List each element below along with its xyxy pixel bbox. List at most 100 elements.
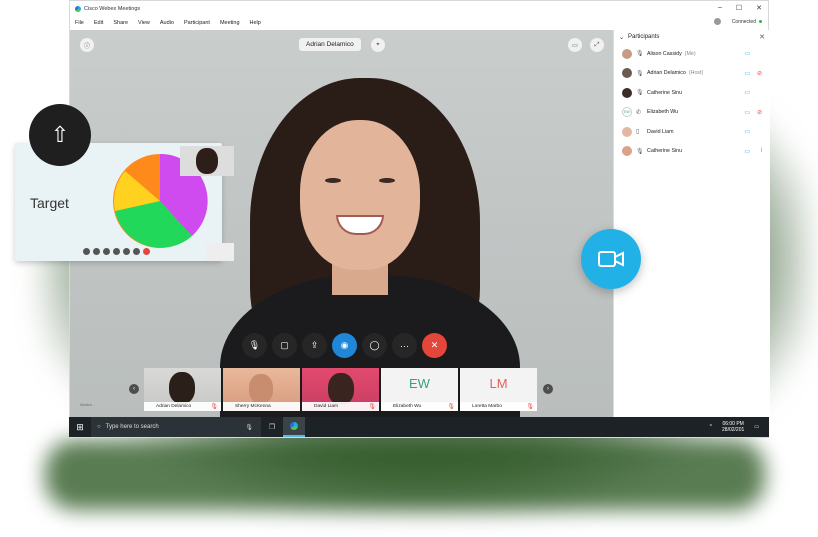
participant-role: (Host) bbox=[688, 70, 704, 77]
windows-start-icon[interactable]: ⊞ bbox=[69, 422, 91, 433]
mini-controls bbox=[83, 248, 150, 255]
avatar bbox=[622, 68, 632, 79]
avatar bbox=[622, 146, 632, 157]
maximize-button[interactable]: ☐ bbox=[736, 4, 742, 12]
participant-row[interactable]: 🎙 Alison Cassidy (Me) ▭ bbox=[614, 44, 770, 64]
camera-icon: ▭ bbox=[744, 51, 750, 58]
camera-icon: ▭ bbox=[744, 70, 750, 77]
mini-control-dot bbox=[133, 248, 140, 255]
avatar bbox=[622, 126, 632, 137]
mini-control-dot bbox=[113, 248, 120, 255]
globe-icon[interactable] bbox=[713, 18, 721, 25]
upload-button[interactable]: ⇧ bbox=[29, 104, 91, 166]
clock-date: 28/02/201 bbox=[722, 427, 745, 433]
thumbnail-tile[interactable]: LM Loretta Marbo 🎙 bbox=[460, 368, 537, 411]
menu-audio[interactable]: Audio bbox=[160, 20, 174, 26]
menu-meeting[interactable]: Meeting bbox=[220, 20, 240, 26]
camera-off-icon: ▢ bbox=[280, 340, 289, 350]
participant-row[interactable]: EW ✆ Elizabeth Wu ▭ ⊘ bbox=[614, 103, 770, 123]
participant-row[interactable]: ▯ David Liam ▭ bbox=[614, 122, 770, 142]
participants-panel: ⌄ Participants ✕ 🎙 Alison Cassidy (Me) ▭… bbox=[613, 30, 770, 419]
video-button[interactable]: ▢ bbox=[272, 333, 297, 358]
menu-edit[interactable]: Edit bbox=[94, 20, 103, 26]
menu-participant[interactable]: Participant bbox=[184, 20, 210, 26]
participant-name: Elizabeth Wu bbox=[647, 109, 679, 116]
active-speaker-name: Adrian Delamico bbox=[299, 38, 361, 51]
taskbar-search[interactable]: ○ Type here to search 🎙 bbox=[91, 417, 261, 437]
connection-status: Connected bbox=[713, 18, 762, 25]
mic-icon: 🎙 bbox=[636, 148, 644, 155]
unpin-icon[interactable]: ⌖ bbox=[371, 38, 385, 52]
participants-button[interactable]: ◉ bbox=[332, 333, 357, 358]
webex-taskbar-icon[interactable] bbox=[283, 417, 305, 437]
thumbs-next-button[interactable]: › bbox=[543, 384, 553, 394]
share-button[interactable]: ⇪ bbox=[302, 333, 327, 358]
thumb-person bbox=[328, 373, 354, 405]
leave-button[interactable]: ✕ bbox=[422, 333, 447, 358]
info-icon[interactable]: ⓘ bbox=[80, 38, 94, 52]
connected-dot-icon bbox=[759, 20, 762, 23]
mini-self-view bbox=[206, 243, 234, 261]
thumb-person bbox=[169, 372, 195, 404]
camera-float-button[interactable] bbox=[581, 229, 641, 289]
close-panel-icon[interactable]: ✕ bbox=[759, 33, 765, 41]
phone-icon: ✆ bbox=[636, 109, 642, 116]
chevron-up-icon[interactable]: ^ bbox=[710, 424, 712, 430]
mute-button[interactable]: 🎙 bbox=[242, 333, 267, 358]
thumbnail-tile[interactable]: EW Elizabeth Wu 🎙 bbox=[381, 368, 458, 411]
fullscreen-icon[interactable]: ⤢ bbox=[590, 38, 604, 52]
mic-off-icon: ⊘ bbox=[756, 70, 762, 77]
thumbnail-tile[interactable]: Sherry McKenna bbox=[223, 368, 300, 411]
mic-off-icon: ⊘ bbox=[756, 109, 762, 116]
thumb-initials: LM bbox=[489, 376, 508, 391]
clock[interactable]: 06:00 PM 28/02/201 bbox=[722, 421, 744, 433]
camera-icon: ▭ bbox=[744, 109, 750, 116]
cisco-watermark: illustra... bbox=[80, 402, 95, 407]
more-button[interactable]: ··· bbox=[392, 333, 417, 358]
connection-label: Connected bbox=[731, 18, 756, 25]
mic-icon: 🎙 bbox=[636, 90, 644, 97]
mini-control-dot bbox=[83, 248, 90, 255]
background-glow-bottom bbox=[45, 440, 765, 510]
thumbnail-tile[interactable]: David Liam 🎙 bbox=[302, 368, 379, 411]
close-window-button[interactable]: ✕ bbox=[756, 4, 762, 12]
mic-off-icon: 🎙 bbox=[368, 404, 376, 410]
task-view-icon[interactable]: ❐ bbox=[261, 423, 283, 431]
system-tray: ^ 06:00 PM 28/02/201 ▭ bbox=[710, 421, 769, 433]
mic-icon: 🎙 bbox=[636, 70, 644, 77]
more-icon: ··· bbox=[400, 340, 409, 351]
chevron-down-icon[interactable]: ⌄ bbox=[619, 34, 624, 41]
notification-icon[interactable]: ▭ bbox=[754, 424, 759, 430]
participant-row[interactable]: 🎙 Catherine Sinu ▭ ǀ bbox=[614, 142, 770, 162]
participant-row[interactable]: 🎙 Catherine Sinu ▭ bbox=[614, 83, 770, 103]
menu-view[interactable]: View bbox=[138, 20, 150, 26]
share-icon: ⇪ bbox=[310, 340, 319, 350]
menu-bar: File Edit Share View Audio Participant M… bbox=[70, 17, 768, 29]
mic-off-icon: 🎙 bbox=[447, 404, 455, 410]
thumbs-prev-button[interactable]: ‹ bbox=[129, 384, 139, 394]
mic-icon: 🎙 bbox=[636, 51, 644, 58]
menu-file[interactable]: File bbox=[75, 20, 84, 26]
webex-logo-icon bbox=[75, 6, 81, 12]
speaker-face bbox=[300, 120, 420, 270]
menu-share[interactable]: Share bbox=[113, 20, 128, 26]
participant-row[interactable]: 🎙 Adrian Delamico (Host) ▭ ⊘ bbox=[614, 64, 770, 84]
upload-icon: ⇧ bbox=[50, 122, 70, 147]
mini-control-dot bbox=[103, 248, 110, 255]
thumbnail-strip: Adrian Delamico 🎙 Sherry McKenna David Li… bbox=[144, 368, 537, 411]
thumbnail-tile[interactable]: Adrian Delamico 🎙 bbox=[144, 368, 221, 411]
participant-role: (Me) bbox=[684, 50, 696, 57]
share-card-label: Target bbox=[30, 195, 69, 211]
mini-control-dot bbox=[143, 248, 150, 255]
thumb-initials: EW bbox=[409, 376, 430, 391]
stage: Cisco Webex Meetings – ☐ ✕ File Edit Sha… bbox=[0, 0, 818, 537]
menu-help[interactable]: Help bbox=[250, 20, 261, 26]
layout-icon[interactable]: ▭ bbox=[568, 38, 582, 52]
search-placeholder: Type here to search bbox=[105, 424, 159, 430]
minimize-button[interactable]: – bbox=[718, 4, 722, 12]
chat-button[interactable]: ◯ bbox=[362, 333, 387, 358]
participants-header: ⌄ Participants ✕ bbox=[614, 30, 770, 44]
camera-icon: ▭ bbox=[744, 129, 750, 136]
thumb-name: David Liam bbox=[314, 404, 338, 409]
thumb-name: Loretta Marbo bbox=[472, 404, 502, 409]
